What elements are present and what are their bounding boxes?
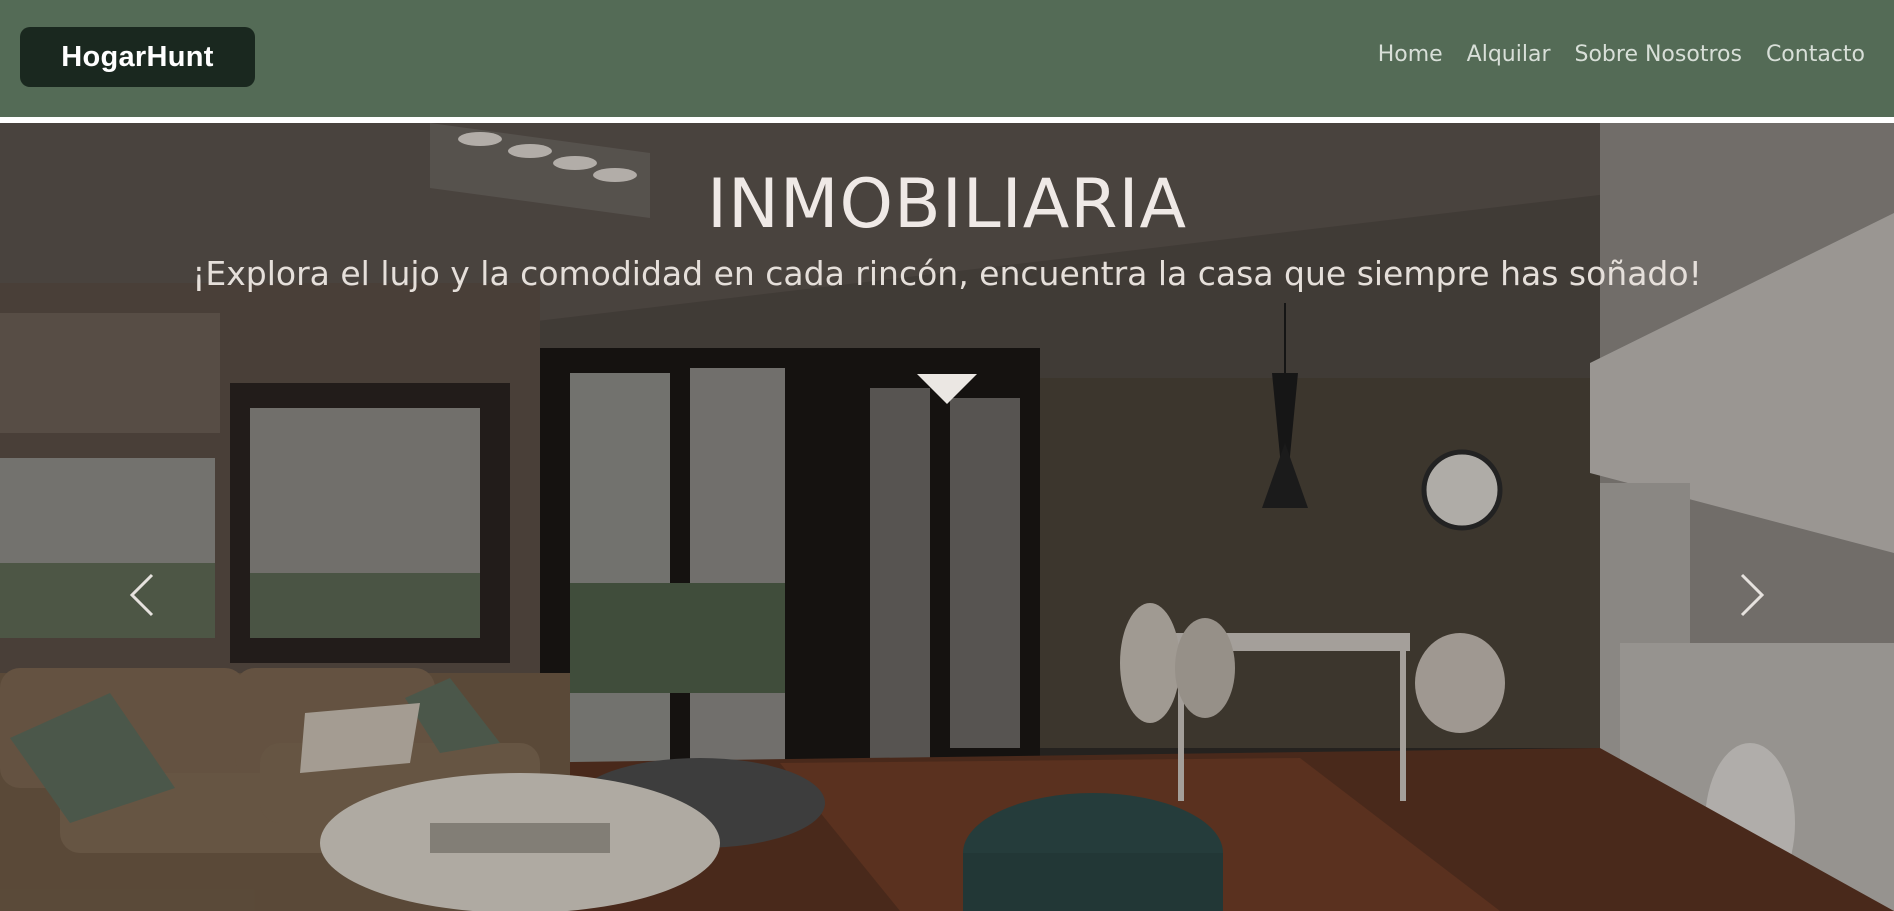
navbar: HogarHunt Home Alquilar Sobre Nosotros C…	[0, 0, 1894, 117]
hero-carousel: INMOBILIARIA ¡Explora el lujo y la comod…	[0, 123, 1894, 911]
nav-link-home[interactable]: Home	[1378, 42, 1443, 67]
triangle-down-icon	[917, 374, 977, 404]
nav-menu: Home Alquilar Sobre Nosotros Contacto	[1378, 42, 1865, 67]
nav-link-sobre-nosotros[interactable]: Sobre Nosotros	[1575, 42, 1742, 67]
carousel-prev-button[interactable]	[112, 543, 172, 643]
hero-subtitle: ¡Explora el lujo y la comodidad en cada …	[192, 254, 1702, 293]
carousel-next-button[interactable]	[1722, 543, 1782, 643]
nav-link-alquilar[interactable]: Alquilar	[1467, 42, 1551, 67]
chevron-right-icon	[1740, 573, 1765, 617]
nav-link-contacto[interactable]: Contacto	[1766, 42, 1865, 67]
brand-logo[interactable]: HogarHunt	[20, 27, 255, 87]
hero-title: INMOBILIARIA	[706, 165, 1188, 244]
chevron-left-icon	[129, 573, 154, 617]
